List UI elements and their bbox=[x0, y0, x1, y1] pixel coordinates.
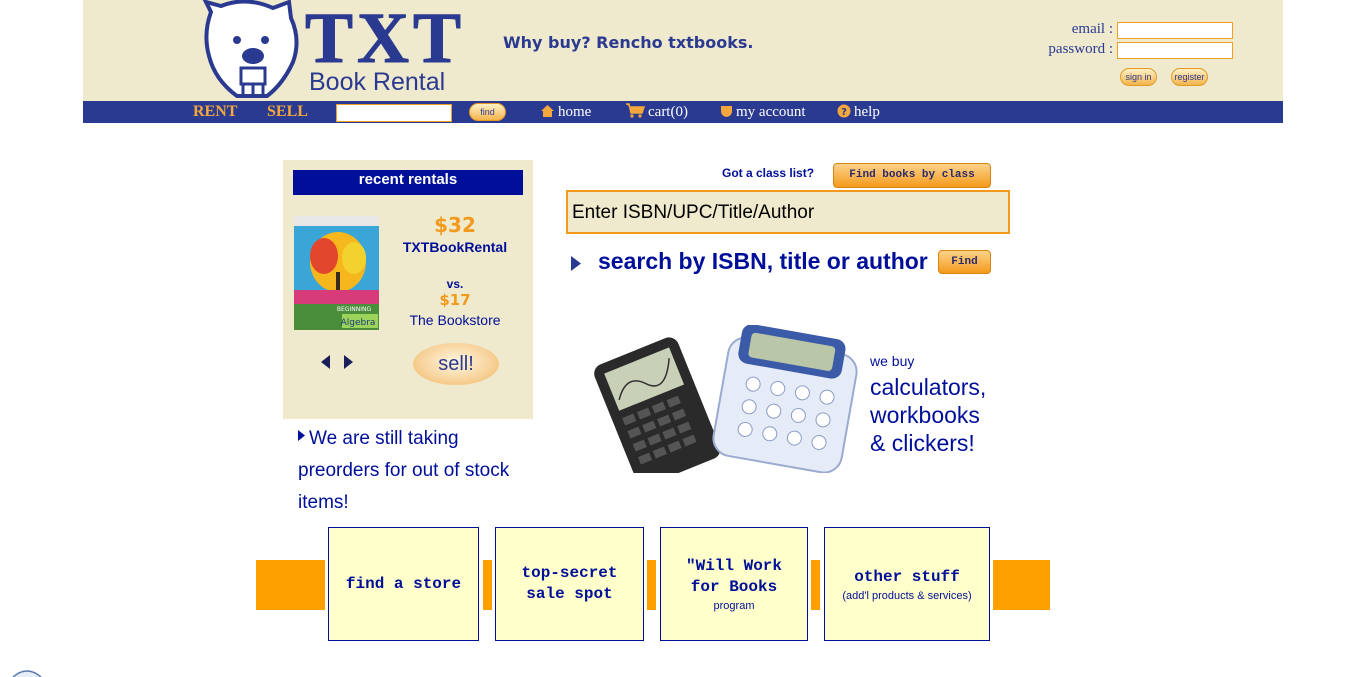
book-cover-image[interactable]: BEGINNING Algebra bbox=[294, 216, 379, 330]
nav-help-link[interactable]: ? help bbox=[837, 103, 880, 121]
nav-help-label: help bbox=[854, 104, 880, 120]
search-label: search by ISBN, title or author bbox=[598, 248, 928, 274]
nav-account-label: my account bbox=[736, 104, 806, 120]
sign-in-button[interactable]: sign in bbox=[1120, 68, 1157, 86]
orange-separator-1 bbox=[483, 560, 492, 610]
vs-label: vs. bbox=[446, 277, 464, 291]
preorder-notice[interactable]: We are still taking preorders for out of… bbox=[298, 423, 538, 519]
nav-find-button[interactable]: find bbox=[469, 103, 506, 121]
help-icon: ? bbox=[837, 104, 851, 118]
password-label: password : bbox=[1048, 41, 1113, 57]
nav-bar: RENT SELL find home cart(0) my account ?… bbox=[83, 101, 1283, 123]
orange-bar-right bbox=[993, 560, 1050, 610]
book-title: Algebra bbox=[341, 318, 376, 328]
cart-icon bbox=[626, 103, 645, 118]
nav-cart-label: cart(0) bbox=[648, 104, 688, 120]
we-buy-items[interactable]: calculators, workbooks & clickers! bbox=[870, 373, 986, 457]
orange-separator-2 bbox=[647, 560, 656, 610]
our-price: $32 bbox=[434, 213, 476, 237]
next-arrow-icon[interactable] bbox=[343, 355, 353, 369]
book-subtitle: BEGINNING bbox=[337, 306, 372, 313]
nav-account-link[interactable]: my account bbox=[720, 103, 806, 121]
tile-other-stuff[interactable]: other stuff (add'l products & services) bbox=[824, 527, 990, 641]
svg-text:?: ? bbox=[841, 107, 847, 118]
nav-cart-link[interactable]: cart(0) bbox=[625, 103, 688, 121]
tile-other-stuff-sub: (add'l products & services) bbox=[842, 589, 972, 602]
orange-separator-3 bbox=[811, 560, 820, 610]
email-label: email : bbox=[1071, 21, 1113, 37]
we-buy-line-1: calculators, bbox=[870, 374, 987, 400]
email-field[interactable] bbox=[1117, 22, 1233, 39]
nav-home-link[interactable]: home bbox=[540, 103, 591, 121]
tile-sale-spot[interactable]: top-secret sale spot bbox=[495, 527, 644, 641]
prev-arrow-icon[interactable] bbox=[321, 355, 331, 369]
corner-badge-icon[interactable] bbox=[12, 670, 42, 677]
tile-find-store-title: find a store bbox=[345, 574, 462, 593]
search-arrow-icon bbox=[571, 256, 581, 271]
password-field[interactable] bbox=[1117, 42, 1233, 59]
tab-rent[interactable]: RENT bbox=[193, 102, 237, 122]
orange-bar-left bbox=[256, 560, 325, 610]
nav-home-label: home bbox=[558, 104, 592, 120]
our-name: TXTBookRental bbox=[402, 239, 508, 255]
tile-find-store[interactable]: find a store bbox=[328, 527, 479, 641]
calculators-image[interactable] bbox=[590, 325, 860, 473]
home-icon bbox=[541, 105, 554, 117]
search-input[interactable]: Enter ISBN/UPC/Title/Author bbox=[566, 190, 1010, 234]
we-buy-line-3: & clickers! bbox=[870, 430, 975, 456]
their-price: $17 bbox=[439, 291, 471, 309]
tile-will-work-title: "Will Work for Books bbox=[685, 557, 782, 596]
nav-search-input[interactable] bbox=[336, 104, 452, 122]
class-list-label: Got a class list? bbox=[722, 166, 815, 180]
sell-button[interactable]: sell! bbox=[413, 343, 499, 385]
their-name: The Bookstore bbox=[409, 312, 501, 328]
find-by-class-button[interactable]: Find books by class bbox=[833, 163, 991, 188]
we-buy-label: we buy bbox=[870, 353, 915, 369]
logo-subtitle: Book Rental bbox=[309, 68, 446, 96]
register-button[interactable]: register bbox=[1171, 68, 1208, 86]
header: TXT Book Rental Why buy? Rencho txtbooks… bbox=[83, 0, 1283, 101]
tab-sell[interactable]: SELL bbox=[267, 102, 308, 122]
logo-title: TXT bbox=[304, 0, 466, 78]
recent-rentals-title: recent rentals bbox=[293, 170, 523, 195]
tile-will-work-sub: program bbox=[713, 600, 755, 612]
account-icon bbox=[721, 106, 732, 117]
tagline: Why buy? Rencho txtbooks. bbox=[503, 33, 754, 52]
tile-sale-spot-title: top-secret sale spot bbox=[521, 564, 618, 603]
recent-rentals-panel: recent rentals BEGINNING Algebra $32 TXT… bbox=[283, 160, 533, 419]
find-button[interactable]: Find bbox=[938, 250, 991, 274]
preorder-text: We are still taking preorders for out of… bbox=[298, 428, 510, 513]
tile-other-stuff-title: other stuff bbox=[854, 567, 960, 586]
tile-will-work[interactable]: "Will Work for Books program bbox=[660, 527, 808, 641]
we-buy-line-2: workbooks bbox=[870, 402, 980, 428]
